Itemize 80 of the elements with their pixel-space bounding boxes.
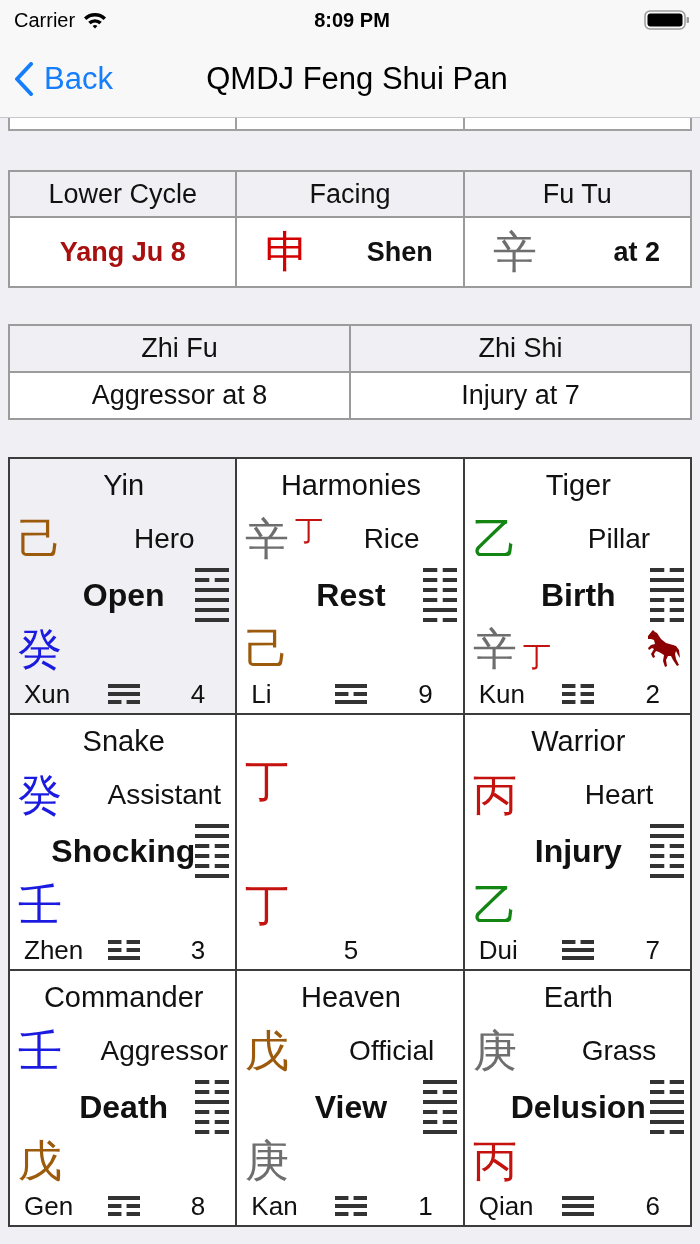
trigram-name: Kun [477, 678, 525, 710]
door-name: Death [79, 1088, 169, 1126]
stem-character: 辛 [492, 230, 537, 274]
carrier-label: Carrier [14, 8, 76, 32]
stem-character: 癸 [18, 627, 62, 671]
star-name: Hero [133, 523, 195, 555]
deity-name: Snake [82, 724, 165, 758]
trigram-name: Qian [477, 1190, 534, 1222]
star-name: Official [349, 1035, 435, 1067]
palace-number: 1 [418, 1190, 434, 1222]
stem-character: 丙 [472, 773, 517, 817]
cell-value: Shen [366, 236, 433, 268]
deity-name: Tiger [545, 468, 611, 502]
status-time: 8:09 PM [314, 8, 390, 32]
back-button[interactable]: Back [14, 60, 113, 97]
stem-character: 癸 [18, 773, 62, 817]
stem-character: 辛 [245, 517, 290, 561]
stem-character: 辛 [472, 627, 517, 671]
table-cell: Aggressor at 8 [10, 373, 351, 420]
deity-name: Commander [43, 980, 204, 1014]
stem-character: 戊 [245, 1029, 290, 1073]
trigram-name: Dui [477, 934, 518, 966]
stem-character: 壬 [18, 883, 62, 927]
stem-character: 庚 [245, 1139, 290, 1183]
palace-number: 6 [645, 1190, 661, 1222]
deity-name: Heaven [301, 980, 401, 1014]
star-name: Rice [363, 523, 420, 555]
stem-character: 丁 [245, 759, 290, 803]
stem-character: 乙 [472, 883, 517, 927]
deity-name: Harmonies [280, 468, 422, 502]
trigram-name: Xun [23, 678, 71, 710]
door-name: Open [82, 576, 165, 614]
stem-character: 丁 [245, 883, 290, 927]
trigram-name: Gen [23, 1190, 74, 1222]
palace-number: 5 [343, 934, 359, 966]
battery-icon [644, 10, 690, 30]
door-name: Rest [316, 576, 386, 614]
star-name: Assistant [107, 779, 222, 811]
deity-name: Warrior [531, 724, 626, 758]
door-name: Delusion [510, 1088, 646, 1126]
palace-number: 2 [645, 678, 661, 710]
table-cell: Injury at 7 [351, 373, 692, 420]
palace-number: 4 [190, 678, 207, 710]
column-header: Facing [237, 172, 465, 218]
palace-number: 7 [645, 934, 661, 966]
trigram-name: Kan [250, 1190, 298, 1222]
stem-character: 丙 [472, 1139, 517, 1183]
star-name: Heart [584, 779, 654, 811]
stem-character: 乙 [472, 517, 517, 561]
door-name: Injury [534, 832, 622, 870]
trigram-name: Zhen [23, 934, 84, 966]
stem-character: 己 [245, 627, 290, 671]
wifi-icon [83, 11, 108, 29]
stem-character: 申 [265, 230, 310, 274]
chevron-left-icon [14, 61, 34, 96]
door-name: Birth [541, 576, 616, 614]
stem-character: 壬 [18, 1029, 62, 1073]
column-header: Zhi Shi [351, 326, 692, 373]
stem-character: 戊 [18, 1139, 62, 1183]
stem-character: 丁 [295, 517, 324, 545]
table-cell: Yang Ju 8 [10, 218, 238, 288]
stem-character: 庚 [472, 1029, 517, 1073]
deity-name: Earth [543, 980, 613, 1014]
palace-number: 9 [418, 678, 434, 710]
door-name: Shocking [51, 832, 196, 870]
deity-name: Yin [103, 468, 145, 502]
nav-title: QMDJ Feng Shui Pan [206, 60, 508, 97]
stem-character: 己 [18, 517, 62, 561]
column-header: Fu Tu [464, 172, 692, 218]
cell-value: at 2 [613, 236, 660, 268]
star-name: Aggressor [100, 1035, 229, 1067]
trigram-name: Li [250, 678, 272, 710]
star-name: Pillar [587, 523, 651, 555]
column-header: Lower Cycle [10, 172, 238, 218]
door-name: View [314, 1088, 388, 1126]
column-header: Zhi Fu [10, 326, 351, 373]
stem-character: 丁 [522, 643, 551, 671]
palace-number: 3 [190, 934, 207, 966]
star-name: Grass [581, 1035, 657, 1067]
palace-number: 8 [190, 1190, 207, 1222]
